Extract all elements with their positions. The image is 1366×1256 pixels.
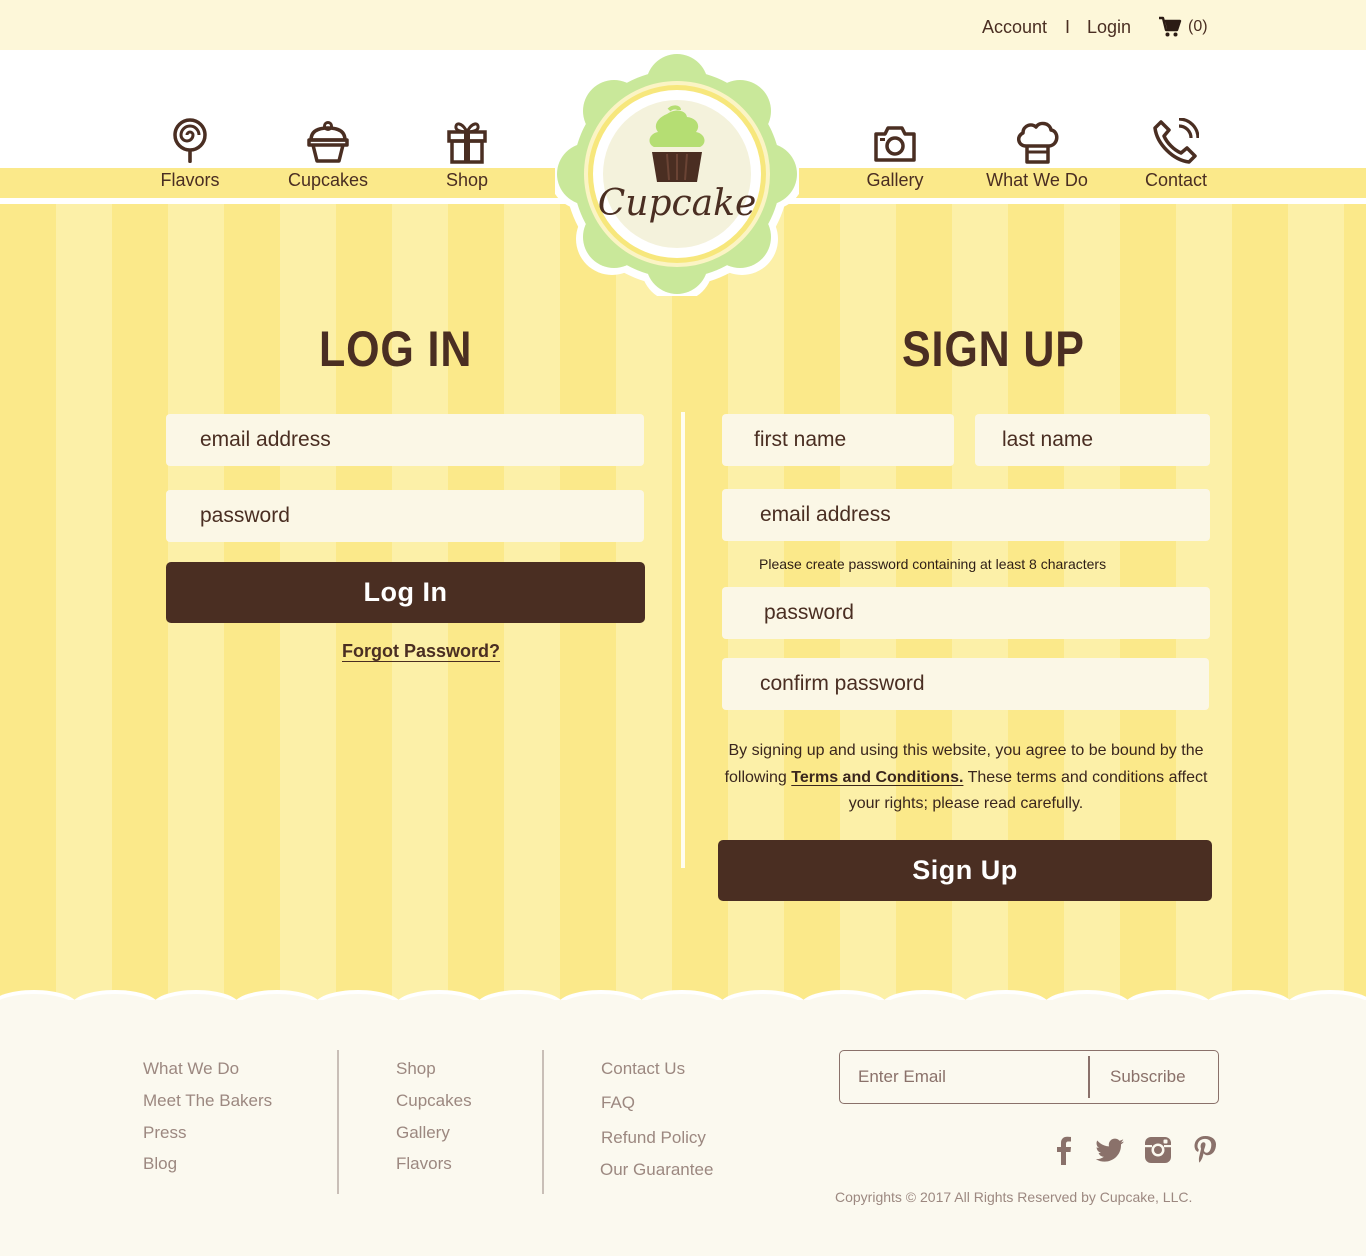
account-link[interactable]: Account [982, 17, 1047, 38]
chef-hat-icon [1017, 121, 1059, 164]
password-hint: Please create password containing at lea… [759, 556, 1107, 572]
last-name-input[interactable]: last name [975, 414, 1210, 466]
nav-item-cupcakes[interactable]: Cupcakes [268, 118, 388, 191]
topbar-separator: I [1065, 17, 1071, 37]
cart-button[interactable]: (0) [1158, 16, 1208, 38]
login-button[interactable]: Log In [166, 562, 645, 623]
terms-link[interactable]: Terms and Conditions. [791, 769, 963, 786]
login-password-placeholder: password [200, 504, 290, 527]
nav-label-flavors: Flavors [160, 170, 220, 190]
nav-item-flavors[interactable]: Flavors [130, 118, 250, 191]
lollipop-icon [173, 118, 207, 163]
nav-item-shop[interactable]: Shop [407, 118, 527, 191]
cupcake-logo[interactable]: Cupcake [549, 46, 805, 302]
first-name-placeholder: first name [754, 428, 847, 451]
footer-link[interactable]: Blog [143, 1154, 177, 1174]
signup-password-input[interactable]: password [722, 587, 1210, 639]
signup-email-input[interactable]: email address [722, 489, 1210, 541]
login-heading: LOG IN [319, 321, 473, 377]
nav-item-contact[interactable]: Contact [1116, 118, 1236, 191]
footer-link[interactable]: Contact Us [601, 1059, 685, 1079]
terms-text: By signing up and using this website, yo… [722, 738, 1210, 818]
footer-link[interactable]: Our Guarantee [600, 1160, 713, 1180]
first-name-input[interactable]: first name [722, 414, 954, 466]
footer-link[interactable]: Shop [396, 1059, 436, 1079]
nav-label-gallery: Gallery [866, 170, 924, 190]
cupcake-icon [307, 121, 349, 163]
form-divider [681, 412, 685, 868]
logo-text: Cupcake [597, 183, 757, 224]
cart-icon [1159, 16, 1182, 37]
footer-link[interactable]: Gallery [396, 1123, 450, 1143]
footer-link[interactable]: FAQ [601, 1093, 635, 1113]
signup-button[interactable]: Sign Up [718, 840, 1212, 901]
login-password-input[interactable]: password [166, 490, 644, 542]
signup-email-placeholder: email address [760, 503, 891, 526]
footer-link[interactable]: Press [143, 1123, 186, 1143]
footer-link[interactable]: Flavors [396, 1154, 452, 1174]
confirm-password-input[interactable]: confirm password [722, 658, 1209, 710]
gift-icon [447, 122, 487, 164]
footer-divider [542, 1050, 544, 1194]
logo-badge [549, 46, 805, 302]
last-name-placeholder: last name [1002, 428, 1094, 451]
login-email-placeholder: email address [200, 428, 331, 451]
footer-link[interactable]: Refund Policy [601, 1128, 706, 1148]
twitter-icon[interactable] [1094, 1134, 1126, 1166]
instagram-icon[interactable] [1142, 1134, 1174, 1166]
login-email-input[interactable]: email address [166, 414, 644, 466]
login-link[interactable]: Login [1087, 17, 1131, 38]
subscribe-email-input[interactable]: Enter Email [858, 1067, 946, 1087]
nav-label-what-we-do: What We Do [986, 170, 1088, 190]
nav-item-what-we-do[interactable]: What We Do [977, 118, 1097, 191]
phone-icon [1153, 118, 1199, 164]
footer-link[interactable]: Meet The Bakers [143, 1091, 272, 1111]
subscribe-form: Enter Email Subscribe [839, 1050, 1219, 1104]
footer-divider [337, 1050, 339, 1194]
nav-item-gallery[interactable]: Gallery [835, 118, 955, 191]
facebook-icon[interactable] [1048, 1134, 1080, 1166]
forgot-password-link[interactable]: Forgot Password? [342, 641, 500, 662]
footer-link[interactable]: What We Do [143, 1059, 239, 1079]
subscribe-button[interactable]: Subscribe [1110, 1067, 1186, 1087]
nav-label-shop: Shop [445, 170, 489, 190]
footer-link[interactable]: Cupcakes [396, 1091, 472, 1111]
confirm-password-placeholder: confirm password [760, 672, 925, 695]
pinterest-icon[interactable] [1189, 1134, 1221, 1166]
copyright-text: Copyrights © 2017 All Rights Reserved by… [835, 1189, 1193, 1205]
nav-label-cupcakes: Cupcakes [287, 170, 369, 190]
signup-password-placeholder: password [764, 601, 854, 624]
camera-icon [874, 126, 916, 162]
cart-count: (0) [1188, 18, 1208, 35]
subscribe-divider [1088, 1056, 1090, 1098]
nav-label-contact: Contact [1144, 170, 1208, 190]
top-bar: Account I Login (0) [0, 0, 1366, 50]
signup-heading: SIGN UP [902, 321, 1085, 377]
